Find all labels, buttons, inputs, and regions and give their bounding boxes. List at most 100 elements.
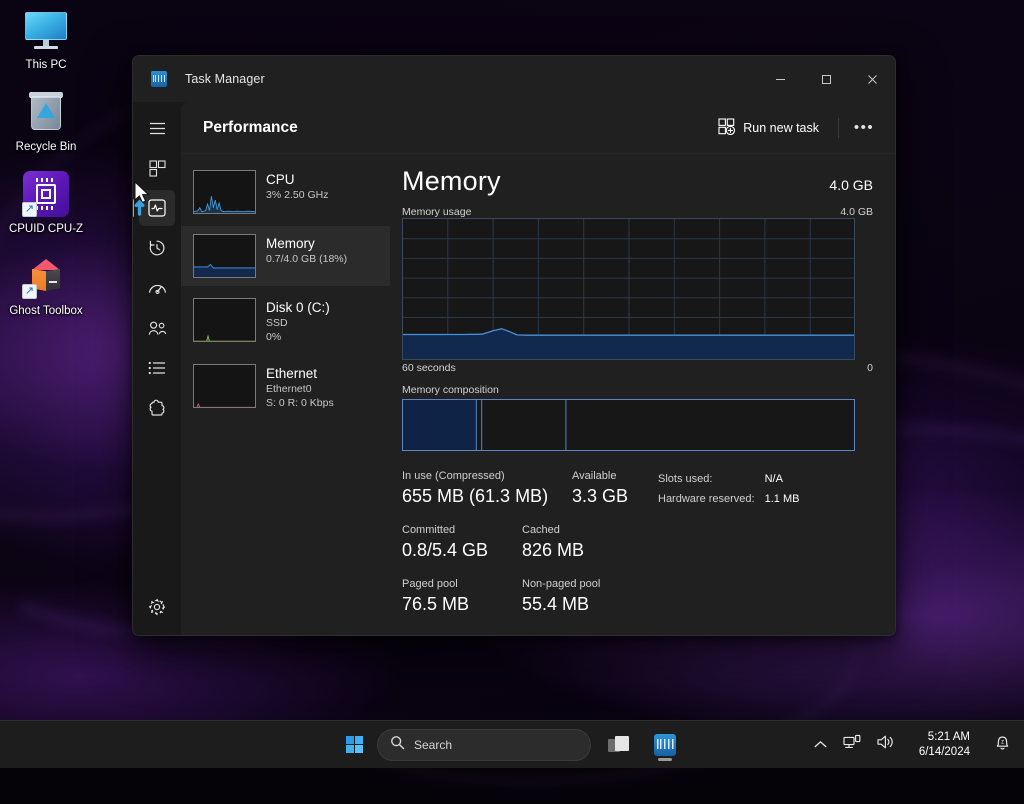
resource-text: Ethernet Ethernet0 S: 0 R: 0 Kbps [266, 364, 334, 410]
toolbar-divider [838, 118, 839, 138]
memory-statistics: In use (Compressed) Available 655 MB (61… [402, 469, 855, 617]
minimize-button[interactable] [757, 56, 803, 102]
resource-item-ethernet[interactable]: Ethernet Ethernet0 S: 0 R: 0 Kbps [181, 356, 390, 418]
sidebar-item-startup-apps[interactable] [139, 270, 175, 306]
stat-row-values-2: 0.8/5.4 GB 826 MB [402, 538, 855, 563]
cpu-mini-graph [193, 170, 256, 214]
sidebar-item-performance[interactable] [139, 190, 175, 226]
system-tray: 5:21 AM 6/14/2024 z [807, 727, 1018, 763]
new-task-icon [718, 118, 735, 138]
sidebar-item-users[interactable] [139, 310, 175, 346]
desktop-icon-cpuid-cpu-z[interactable]: ↗ CPUID CPU-Z [4, 170, 88, 236]
monitor-icon [22, 6, 70, 54]
hardware-reserved-value: 1.1 MB [765, 489, 800, 509]
close-button[interactable] [849, 56, 895, 102]
list-icon [148, 361, 166, 375]
taskbar-app-task-manager[interactable] [647, 727, 683, 763]
resource-text: Memory 0.7/4.0 GB (18%) [266, 234, 347, 266]
speaker-icon [877, 734, 895, 755]
hamburger-menu-button[interactable] [139, 110, 175, 146]
shortcut-arrow-icon: ↗ [22, 284, 37, 299]
run-new-task-button[interactable]: Run new task [707, 112, 830, 144]
slots-labels: Slots used: Hardware reserved: [658, 469, 755, 509]
resource-detail-2: S: 0 R: 0 Kbps [266, 396, 334, 410]
desktop-icon-ghost-toolbox[interactable]: ↗ Ghost Toolbox [4, 252, 88, 318]
navigation-rail [133, 102, 181, 635]
taskbar: Search [0, 720, 1024, 768]
ethernet-mini-graph [193, 364, 256, 408]
resource-item-cpu[interactable]: CPU 3% 2.50 GHz [181, 162, 390, 222]
task-manager-window: Task Manager [132, 55, 896, 636]
svg-text:z: z [1001, 739, 1004, 745]
memory-mini-graph [193, 234, 256, 278]
memory-detail-panel: Memory 4.0 GB Memory usage 4.0 GB [390, 154, 895, 635]
memory-usage-graph[interactable] [402, 218, 855, 360]
window-title: Task Manager [185, 72, 265, 86]
people-icon [148, 321, 167, 336]
tray-overflow-button[interactable] [807, 727, 834, 763]
committed-value: 0.8/5.4 GB [402, 538, 522, 563]
cube-icon: ↗ [22, 252, 70, 300]
start-button[interactable] [341, 732, 367, 758]
cpu-chip-icon: ↗ [22, 170, 70, 218]
task-view-icon [608, 736, 630, 754]
tray-network-button[interactable] [836, 727, 868, 763]
task-manager-icon [654, 734, 676, 756]
sidebar-item-processes[interactable] [139, 150, 175, 186]
sidebar-item-services[interactable] [139, 390, 175, 426]
task-view-button[interactable] [601, 727, 637, 763]
windows-logo-icon [346, 736, 363, 753]
resource-detail: Ethernet0 [266, 382, 334, 396]
sidebar-item-app-history[interactable] [139, 230, 175, 266]
sidebar-item-settings[interactable] [139, 589, 175, 625]
paged-pool-value: 76.5 MB [402, 592, 522, 617]
desktop-icon-recycle-bin[interactable]: Recycle Bin [4, 88, 88, 154]
bell-dnd-icon: z [994, 734, 1011, 756]
notifications-button[interactable]: z [987, 727, 1018, 763]
composition-segment-in-use [403, 400, 476, 450]
tray-volume-button[interactable] [870, 727, 902, 763]
resource-name: Disk 0 (C:) [266, 299, 330, 316]
resource-list: CPU 3% 2.50 GHz Memory [181, 154, 390, 635]
resource-detail: 0.7/4.0 GB (18%) [266, 252, 347, 266]
resource-item-memory[interactable]: Memory 0.7/4.0 GB (18%) [181, 226, 390, 286]
hardware-reserved-label: Hardware reserved: [658, 489, 755, 509]
window-controls [757, 56, 895, 102]
detail-header: Memory 4.0 GB [402, 166, 873, 197]
clock-date: 6/14/2024 [919, 745, 970, 760]
window-titlebar[interactable]: Task Manager [133, 56, 895, 102]
memory-composition-bar[interactable] [402, 399, 855, 451]
page-title: Performance [203, 119, 298, 137]
pane-content: CPU 3% 2.50 GHz Memory [181, 154, 895, 635]
resource-detail: 3% 2.50 GHz [266, 188, 328, 202]
stat-row-labels-2: Committed Cached [402, 523, 855, 538]
resource-item-disk[interactable]: Disk 0 (C:) SSD 0% [181, 290, 390, 352]
memory-slots-info: Slots used: Hardware reserved: N/A 1.1 M… [658, 469, 799, 509]
available-label: Available [572, 469, 658, 484]
task-manager-icon [151, 71, 167, 87]
pane-actions: Run new task ••• [707, 112, 881, 144]
maximize-button[interactable] [803, 56, 849, 102]
desktop-icon-list: This PC Recycle Bin ↗ CPUID CPU-Z ↗ Ghos… [0, 6, 92, 334]
stat-row-labels-3: Paged pool Non-paged pool [402, 577, 855, 592]
grid-icon [149, 160, 166, 177]
desktop-icon-label: CPUID CPU-Z [9, 223, 83, 236]
usage-graph-footer: 60 seconds 0 [402, 362, 873, 374]
cached-label: Cached [522, 523, 642, 538]
detail-title: Memory [402, 166, 501, 197]
resource-name: Memory [266, 235, 347, 252]
slots-used-value: N/A [765, 469, 800, 489]
sidebar-item-details[interactable] [139, 350, 175, 386]
search-input[interactable]: Search [377, 729, 591, 761]
resource-name: Ethernet [266, 365, 334, 382]
more-options-button[interactable]: ••• [847, 112, 881, 144]
in-use-value: 655 MB (61.3 MB) [402, 484, 572, 509]
puzzle-icon [148, 399, 166, 417]
resource-name: CPU [266, 171, 328, 188]
in-use-label: In use (Compressed) [402, 469, 572, 484]
usage-graph-time-zero: 0 [867, 362, 873, 374]
desktop-icon-this-pc[interactable]: This PC [4, 6, 88, 72]
resource-text: CPU 3% 2.50 GHz [266, 170, 328, 202]
clock-button[interactable]: 5:21 AM 6/14/2024 [904, 727, 985, 763]
memory-composition-label: Memory composition [402, 384, 873, 396]
